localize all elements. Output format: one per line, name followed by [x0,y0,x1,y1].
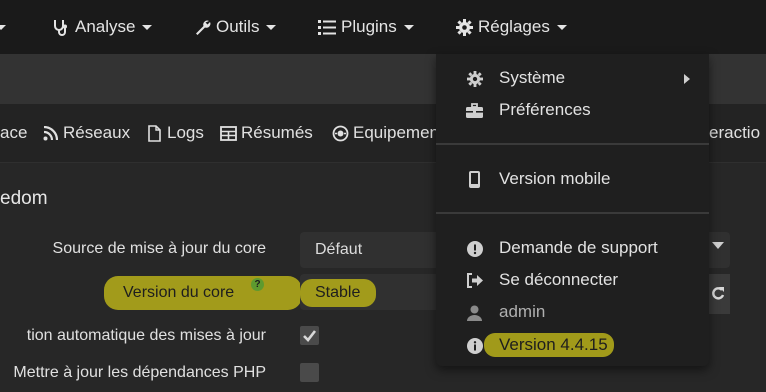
chevron-down-icon [142,24,153,30]
list-icon [318,18,336,36]
source-label: Source de mise à jour du core [52,240,266,257]
user-icon [466,304,483,321]
menu-item-preferences[interactable]: Préférences [436,95,709,125]
version-label: Version du core [123,284,235,301]
nav-previous-dropdown[interactable] [0,0,6,54]
gear-icon [455,18,473,36]
top-navbar: Analyse Outils Plugins Réglages [0,0,766,54]
nav-outils[interactable]: Outils [193,0,277,54]
menu-item-user[interactable]: admin [436,297,709,327]
tab-equipements-label: Equipemen [353,123,440,142]
menu-item-logout-label: Se déconnecter [499,270,619,289]
nav-reglages[interactable]: Réglages [455,0,567,54]
source-select-value: Défaut [315,241,363,258]
help-icon[interactable]: ? [251,278,264,291]
menu-item-version-mobile[interactable]: Version mobile [436,164,709,194]
rss-icon [42,125,59,142]
tab-interface[interactable]: ace [0,121,27,145]
nav-plugins-label: Plugins [341,17,397,36]
table-icon [220,125,237,142]
file-icon [146,124,163,142]
tab-resumes[interactable]: Résumés [220,121,313,145]
menu-item-support[interactable]: Demande de support [436,233,709,263]
chevron-down-icon [0,24,6,30]
stethoscope-icon [52,18,70,36]
tab-reseaux-label: Réseaux [63,123,131,142]
menu-item-version-label: Version 4.4.15 [499,335,608,354]
gear-icon [466,70,483,87]
section-title: edom [0,188,48,209]
reglages-dropdown-menu: Système Préférences Version mobile Deman… [436,54,709,366]
php-deps-label: Mettre à jour les dépendances PHP [13,364,266,381]
nav-analyse-label: Analyse [75,17,136,36]
briefcase-icon [466,102,483,119]
tab-interface-label: ace [0,123,28,142]
menu-item-systeme-label: Système [499,68,566,87]
tab-reseaux[interactable]: Réseaux [42,121,130,145]
tab-resumes-label: Résumés [241,123,313,142]
tab-logs[interactable]: Logs [146,121,204,145]
chevron-down-icon [556,24,567,30]
auto-check-label: tion automatique des mises à jour [26,327,266,344]
refresh-button[interactable] [709,274,730,314]
tab-equipements[interactable]: Equipemen [332,121,439,145]
chevron-down-icon [712,242,724,249]
menu-divider [436,212,709,214]
sign-out-icon [466,272,483,289]
menu-item-user-label: admin [499,302,546,321]
checkmark-icon [303,330,317,342]
nav-outils-label: Outils [216,17,260,36]
chevron-right-icon [684,74,690,84]
nav-plugins[interactable]: Plugins [318,0,414,54]
version-select-value: Stable [315,284,361,301]
menu-item-support-label: Demande de support [499,238,658,257]
wrench-icon [193,18,211,36]
nav-reglages-label: Réglages [478,17,550,36]
menu-divider [436,143,709,145]
php-deps-checkbox[interactable] [300,363,319,382]
menu-item-systeme[interactable]: Système [436,63,709,93]
nav-analyse[interactable]: Analyse [52,0,153,54]
refresh-icon [712,287,725,300]
equipment-icon [332,125,349,142]
info-circle-icon [466,337,483,354]
auto-check-checkbox[interactable] [300,326,319,345]
menu-item-logout[interactable]: Se déconnecter [436,265,709,295]
chevron-down-icon [403,24,414,30]
exclamation-circle-icon [466,240,483,257]
tab-logs-label: Logs [167,123,204,142]
tab-interaction[interactable]: eractio [709,121,760,145]
menu-item-preferences-label: Préférences [499,100,591,119]
tab-interaction-label: eractio [709,123,761,142]
menu-item-version-mobile-label: Version mobile [499,169,611,188]
mobile-icon [466,171,483,188]
chevron-down-icon [266,24,277,30]
menu-item-version[interactable]: Version 4.4.15 [436,330,709,360]
